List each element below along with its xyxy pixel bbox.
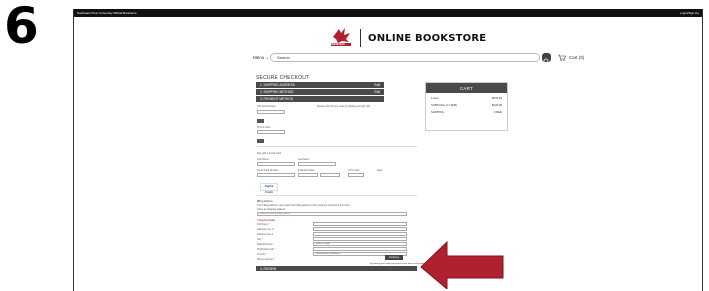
cart-link[interactable]: Cart (0) (558, 54, 584, 61)
first-name-input[interactable] (257, 162, 295, 166)
continue-button[interactable]: Continue (385, 255, 403, 260)
save-card-label: Save (377, 169, 383, 172)
search-input[interactable]: Search (270, 53, 540, 62)
cart-row: 1 Item $233.99 (426, 96, 507, 100)
section-shipping-address[interactable]: 1. SHIPPING ADDRESS Edit (256, 82, 384, 88)
apply-promo-button[interactable] (257, 139, 264, 143)
top-bar-left-text: Southeast Penn University Official Books… (77, 11, 137, 15)
cart-row-label: SHIPPING (431, 110, 445, 114)
logo-divider (360, 29, 361, 47)
cart-row-label: SUBTOTAL (1 ITEM) (431, 103, 458, 107)
checkout-heading: SECURE CHECKOUT (256, 75, 310, 81)
expiration-year-select[interactable] (320, 173, 340, 177)
billing-note: Your billing address must match the bill… (257, 204, 351, 207)
cart-row-value: $233.99 (491, 96, 502, 100)
address2-input[interactable] (313, 232, 407, 236)
top-bar: Southeast Penn University Official Books… (74, 9, 702, 17)
menu-button[interactable]: Menu ⌄ (253, 55, 269, 61)
billing-heading: Billing Address (257, 200, 273, 203)
step-number: 6 (4, 0, 39, 55)
required-note: * Required Fields (257, 219, 276, 222)
state-select[interactable]: Select a State (313, 242, 407, 246)
section-label: 1. SHIPPING ADDRESS (260, 83, 295, 87)
first-name-label: First Name (257, 158, 269, 161)
last-name-input[interactable] (298, 162, 336, 166)
cart-row-value: $233.99 (491, 103, 502, 107)
menu-label: Menu (253, 55, 265, 60)
pointer-arrow-icon (420, 240, 504, 289)
full-name-input[interactable] (313, 222, 407, 226)
zip-label: Zip/Postal Code * (257, 248, 276, 251)
state-label: State/Province * (257, 243, 275, 246)
city-input[interactable] (313, 237, 407, 241)
card-number-label: Credit Card Number (257, 169, 279, 172)
cvv-input[interactable] (348, 173, 364, 177)
phone-label: Phone Number * (257, 258, 275, 261)
cart-row: SHIPPING FREE (426, 110, 507, 114)
store-title: ONLINE BOOKSTORE (368, 32, 487, 44)
zip-input[interactable] (313, 247, 407, 251)
address1-input[interactable] (313, 227, 407, 231)
country-label: Country * (257, 253, 267, 256)
chevron-down-icon: ⌄ (265, 55, 270, 60)
search-icon (543, 58, 550, 65)
gift-card-input[interactable] (257, 110, 285, 114)
city-label: City * (257, 238, 263, 241)
cart-row: SUBTOTAL (1 ITEM) $233.99 (426, 103, 507, 107)
cart-row-label: 1 Item (431, 96, 439, 100)
edit-link[interactable]: Edit (375, 83, 381, 87)
cart-summary: CART 1 Item $233.99 SUBTOTAL (1 ITEM) $2… (425, 82, 508, 131)
card-number-input[interactable] (257, 173, 295, 177)
divider (257, 146, 417, 147)
cart-title: CART (426, 83, 507, 93)
promo-code-input[interactable] (257, 130, 285, 134)
section-label: 2. SHIPPING METHOD (260, 90, 294, 94)
section-shipping-method[interactable]: 2. SHIPPING METHOD Edit (256, 89, 384, 95)
expiration-month-select[interactable] (298, 173, 318, 177)
section-review[interactable]: 4. REVIEW (256, 266, 417, 271)
browser-screenshot: Southeast Penn University Official Books… (73, 9, 703, 291)
paypal-credit-option[interactable]: PayPal Credit (260, 183, 278, 194)
pay-with-card-radio[interactable]: Pay with a Credit Card (257, 152, 281, 155)
gift-card-label: Gift Card Number (257, 105, 276, 108)
griffin-logo-icon: SHEBEEN (329, 27, 353, 49)
apply-gift-card-button[interactable] (257, 119, 264, 123)
expiration-label: Expiration Date (298, 169, 315, 172)
search-button[interactable] (542, 53, 551, 65)
full-name-label: Full Name * (257, 223, 270, 226)
last-name-label: Last Name (298, 158, 310, 161)
divider (257, 195, 417, 196)
address2-label: Address Line 2 (257, 233, 273, 236)
cart-row-value: FREE (494, 110, 502, 114)
section-payment-method[interactable]: 3. PAYMENT METHOD (256, 96, 384, 102)
cart-label: Cart (0) (569, 55, 585, 60)
section-label: 3. PAYMENT METHOD (260, 97, 294, 101)
cvv-label: CVV Code (348, 169, 360, 172)
login-link[interactable]: Login/Sign Up (680, 11, 699, 15)
logo-text: SHEBEEN (330, 42, 345, 46)
gift-card-note: Receive 5% off your order by adding your… (317, 105, 371, 108)
store-logo[interactable]: SHEBEEN ONLINE BOOKSTORE (329, 27, 486, 49)
promo-code-label: Promo Code (257, 126, 271, 129)
same-as-shipping-checkbox[interactable]: Same as shipping address (257, 208, 285, 211)
edit-link[interactable]: Edit (375, 90, 381, 94)
billing-address-select[interactable]: Select or enter a billing address (257, 212, 407, 216)
cart-icon (558, 54, 566, 61)
address1-label: Address Line 1 * (257, 228, 275, 231)
